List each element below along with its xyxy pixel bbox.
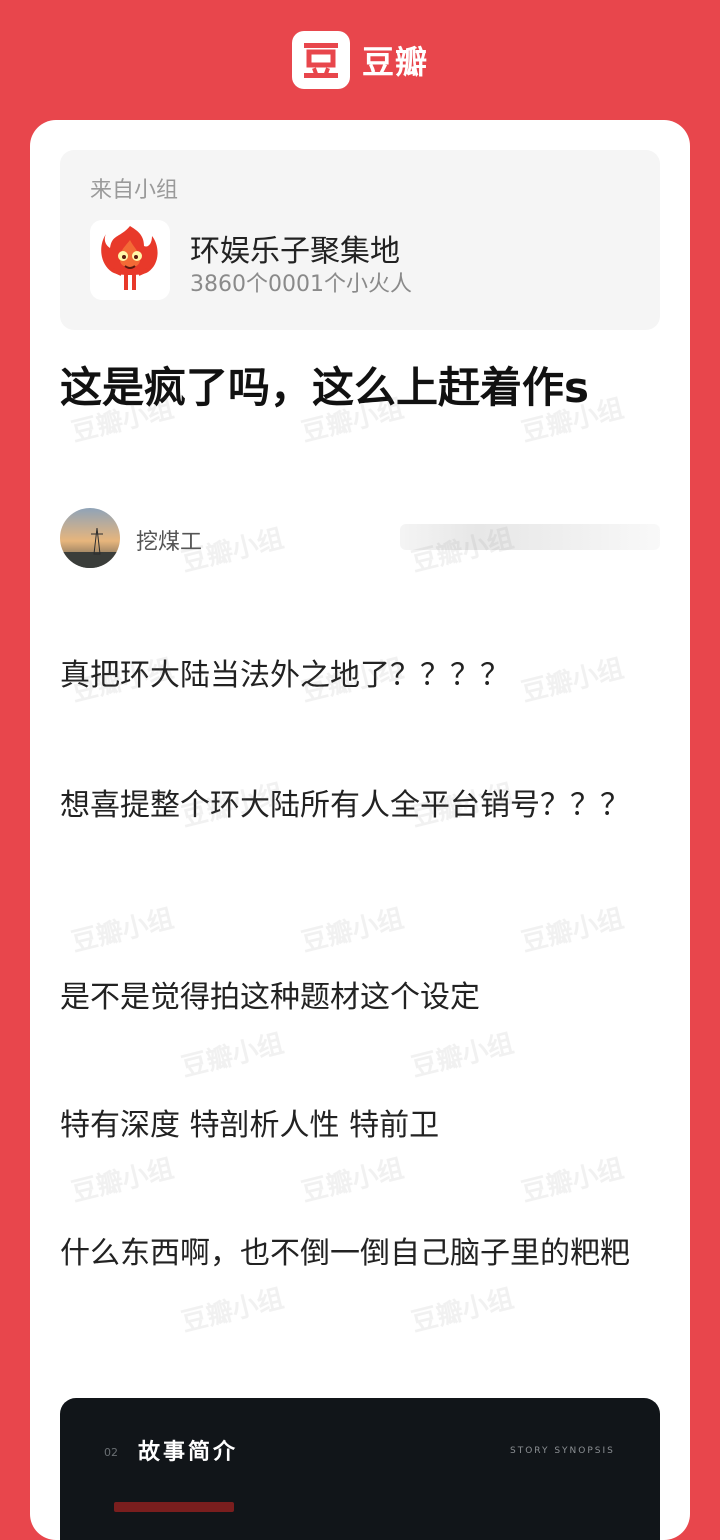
watermark: 豆瓣小组 <box>408 1028 517 1084</box>
douban-logo-icon <box>291 31 350 89</box>
watermark: 豆瓣小组 <box>408 1283 517 1339</box>
blurred-meta-info <box>400 524 660 550</box>
preview-title: 故事简介 <box>138 1440 239 1465</box>
author-name[interactable]: 挖煤工 <box>136 524 202 556</box>
watermark: 豆瓣小组 <box>178 1283 287 1339</box>
preview-subtitle: STORY SYNOPSIS <box>510 1446 615 1456</box>
fire-mascot-icon <box>101 226 158 290</box>
watermark: 豆瓣小组 <box>518 903 627 959</box>
preview-accent-bar <box>114 1502 234 1512</box>
group-source-box[interactable]: 来自小组 环娱乐子聚集地 3860个0001个小火人 <box>60 150 660 330</box>
group-avatar[interactable] <box>90 220 170 300</box>
author-avatar[interactable] <box>60 508 120 568</box>
watermark: 豆瓣小组 <box>298 903 407 959</box>
preview-number: 02 <box>104 1446 118 1459</box>
body-paragraph: 想喜提整个环大陆所有人全平台销号？？？ <box>60 788 630 823</box>
post-card: 来自小组 环娱乐子聚集地 3860个0001个小火人 这是疯了吗，这么上赶着作s <box>30 120 690 1540</box>
body-paragraph: 什么东西啊，也不倒一倒自己脑子里的粑粑 <box>60 1236 630 1271</box>
douban-header: 豆瓣 <box>0 30 720 90</box>
post-title: 这是疯了吗，这么上赶着作s <box>60 363 589 412</box>
group-name[interactable]: 环娱乐子聚集地 <box>190 226 400 270</box>
watermark: 豆瓣小组 <box>68 903 177 959</box>
image-preview[interactable]: 02 故事简介 STORY SYNOPSIS <box>60 1398 660 1540</box>
body-paragraph: 特有深度 特剖析人性 特前卫 <box>60 1108 440 1143</box>
watermark: 豆瓣小组 <box>178 1028 287 1084</box>
body-paragraph: 真把环大陆当法外之地了？？？？ <box>60 658 510 693</box>
group-member-count: 3860个0001个小火人 <box>190 272 412 297</box>
body-paragraph: 是不是觉得拍这种题材这个设定 <box>60 980 480 1015</box>
from-group-label: 来自小组 <box>90 178 179 203</box>
brand-name: 豆瓣 <box>361 43 428 81</box>
